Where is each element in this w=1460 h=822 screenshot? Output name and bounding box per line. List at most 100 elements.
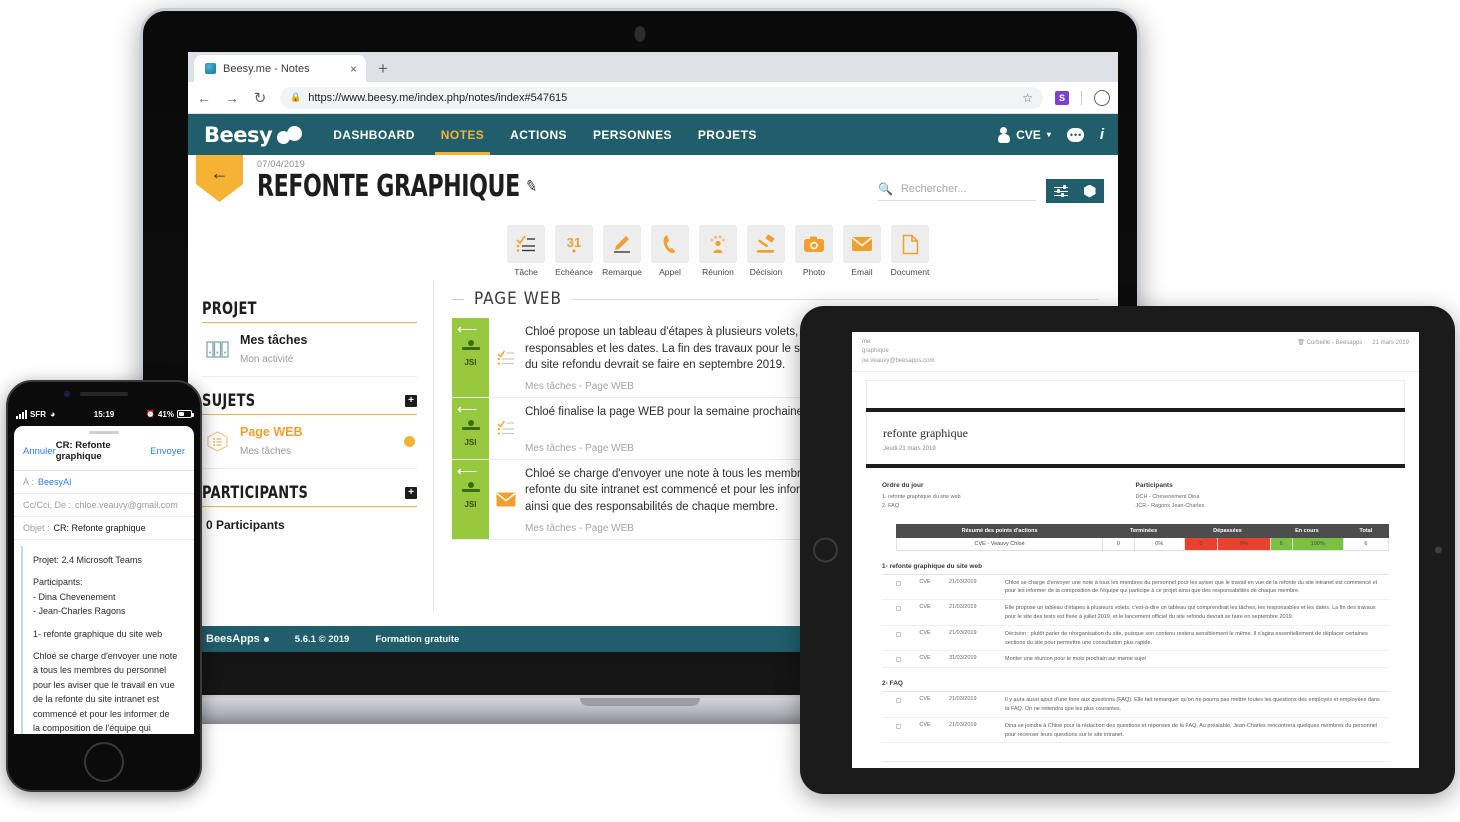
action-photo[interactable]: Photo	[795, 225, 833, 277]
info-icon[interactable]: i	[1100, 126, 1104, 143]
add-participant-button[interactable]: +	[405, 487, 417, 499]
mail-cc-field[interactable]: Cc/Cci, De : chloe.veauvy@gmail.com	[14, 494, 194, 517]
action-email[interactable]: Email	[843, 225, 881, 277]
person-icon	[461, 420, 480, 431]
cancel-button[interactable]: Annuler	[23, 446, 56, 457]
nav-item-projets[interactable]: PROJETS	[698, 114, 757, 155]
action-text: Il y aura aussi ajout d'une foire aux qu…	[1005, 697, 1380, 712]
action-decision[interactable]: Décision	[747, 225, 785, 277]
tablet-device: me graphique oe.veauvy@beesapps.com 🗑 Co…	[800, 306, 1455, 794]
nav-item-actions[interactable]: ACTIONS	[510, 114, 567, 155]
col-header-terminees: Terminées	[1102, 523, 1185, 538]
search-input[interactable]: 🔍 Rechercher...	[878, 182, 1036, 201]
back-button[interactable]: ←	[196, 155, 243, 202]
beesapps-logo: BeesApps	[206, 633, 269, 645]
sidebar-heading-sujets: SUJETS	[202, 391, 256, 411]
mail-subject-field[interactable]: Objet : CR: Refonte graphique	[14, 517, 194, 540]
mail-to-field[interactable]: À : BeesyAI	[14, 471, 194, 494]
mail-body-line: Participants: - Dina Chevenement - Jean-…	[33, 577, 126, 617]
user-icon	[997, 126, 1010, 143]
back-icon[interactable]: ←	[196, 90, 212, 106]
cell-encours-n: 6	[1270, 536, 1293, 551]
participants-heading: Participants	[1135, 481, 1173, 489]
mail-toolbar: Annuler CR: Refonte graphique Envoyer	[14, 434, 194, 471]
reply-arrow-icon: ⟵	[457, 462, 478, 479]
search-icon: 🔍	[878, 181, 893, 196]
sidebar-item-page-web[interactable]: Page WEB Mes tâches	[202, 415, 417, 469]
browser-tab[interactable]: Beesy.me - Notes ×	[194, 55, 366, 82]
forward-icon[interactable]: →	[224, 90, 240, 106]
wifi-icon: ◕	[50, 409, 56, 419]
action-echeance[interactable]: 31 Echéance	[555, 225, 593, 277]
action-date: 21/03/2019	[949, 696, 977, 703]
sidebar-item-label: Mes tâches	[240, 333, 308, 347]
summary-table: Résumé des points d'actions Terminées Dé…	[895, 523, 1390, 551]
nav-item-dashboard[interactable]: DASHBOARD	[333, 114, 415, 155]
avatar-initials: JSI	[464, 358, 477, 367]
send-button[interactable]: Envoyer	[150, 446, 185, 457]
cell-terminees-n: 0	[1102, 536, 1135, 551]
back-arrow-icon: ←	[210, 163, 229, 183]
col-header-encours: En cours	[1270, 523, 1344, 538]
filter-settings-button[interactable]	[1046, 179, 1075, 203]
extension-icon[interactable]: S	[1055, 90, 1069, 105]
action-owner: CVE	[919, 604, 931, 611]
close-icon[interactable]: ×	[350, 63, 357, 75]
action-owner: CVE	[919, 578, 931, 585]
app-version: 5.6.1 © 2019	[294, 633, 350, 645]
trash-folder-label: 🗑 Corbeille - Beesapps	[1297, 339, 1362, 348]
phone-status-bar: SFR ◕ 15:19 ⏰ 41%	[16, 407, 194, 421]
cell-terminees-p: 0%	[1133, 536, 1186, 551]
mail-header-left: me graphique oe.veauvy@beesapps.com	[862, 338, 934, 366]
cc-label: Cc/Cci, De :	[23, 500, 72, 510]
edit-pencil-icon[interactable]: ✎	[526, 177, 537, 197]
profile-avatar-icon[interactable]	[1094, 89, 1110, 106]
add-sujet-button[interactable]: +	[405, 395, 417, 407]
action-appel[interactable]: Appel	[651, 225, 689, 277]
participant: DCH - Chevenement Dina	[1135, 493, 1200, 500]
gavel-icon	[747, 225, 785, 263]
folder-label: Corbeille - Beesapps	[1306, 340, 1363, 346]
cell-name: CVE - Veauvy Chloé	[895, 536, 1104, 551]
nav-item-personnes[interactable]: PERSONNES	[593, 114, 672, 155]
action-date: 31/03/2019	[949, 655, 977, 662]
avatar-initials: JSI	[464, 499, 477, 509]
new-tab-icon[interactable]: +	[378, 59, 388, 79]
reload-icon[interactable]: ↻	[252, 89, 268, 107]
action-document[interactable]: Document	[891, 225, 929, 277]
cell-encours-p: 100%	[1291, 536, 1344, 551]
nav-item-notes[interactable]: NOTES	[434, 114, 491, 155]
agenda-item: 1. refonte graphique du site web	[882, 493, 961, 500]
home-button[interactable]	[84, 742, 124, 782]
action-label: Document	[890, 267, 930, 277]
action-tache[interactable]: Tâche	[507, 225, 545, 277]
sidebar-item-label: Page WEB	[240, 425, 303, 439]
table-header-row: Résumé des points d'actions Terminées Dé…	[895, 523, 1390, 538]
mail-body[interactable]: Projet: 2.4 Microsoft Teams Participants…	[21, 546, 188, 734]
mail-body-line: Chloé se charge d'envoyer une note à tou…	[33, 650, 178, 733]
action-row: CVE 21/03/2019 Elle propose un tableau d…	[882, 600, 1389, 626]
agenda-column: Ordre du jour 1. refonte graphique du si…	[882, 482, 1136, 512]
chat-icon[interactable]: •••	[1066, 127, 1084, 142]
tablet-home-button[interactable]	[813, 537, 838, 563]
beesy-logo[interactable]: Beesy	[204, 123, 303, 147]
url-text: https://www.beesy.me/index.php/notes/ind…	[308, 91, 568, 104]
signal-icon	[16, 409, 27, 419]
action-owner: CVE	[919, 655, 931, 662]
action-row: CVE 21/03/2019 Dina se joindra à Chloé p…	[882, 718, 1389, 744]
address-bar[interactable]: 🔒 https://www.beesy.me/index.php/notes/i…	[280, 86, 1043, 109]
calendar-icon: 31	[555, 225, 593, 263]
bookmark-star-icon[interactable]: ☆	[1022, 91, 1033, 105]
note-header: ← 07/04/2019 REFONTE GRAPHIQUE ✎ 🔍 Reche…	[188, 155, 1118, 219]
sidebar-item-mes-taches[interactable]: Mes tâches Mon activité	[202, 323, 417, 377]
training-link[interactable]: Formation gratuite	[375, 634, 459, 645]
user-label: CVE	[1016, 127, 1041, 142]
action-remarque[interactable]: Remarque	[602, 225, 642, 277]
agenda-item: 2. FAQ	[882, 503, 900, 510]
favicon-icon	[205, 63, 216, 74]
subject-value: CR: Refonte graphique	[53, 523, 146, 533]
beesy-hex-button[interactable]	[1075, 179, 1104, 203]
search-placeholder: Rechercher...	[900, 182, 967, 195]
action-reunion[interactable]: Réunion	[699, 225, 737, 277]
user-menu[interactable]: CVE ▾	[997, 126, 1051, 143]
